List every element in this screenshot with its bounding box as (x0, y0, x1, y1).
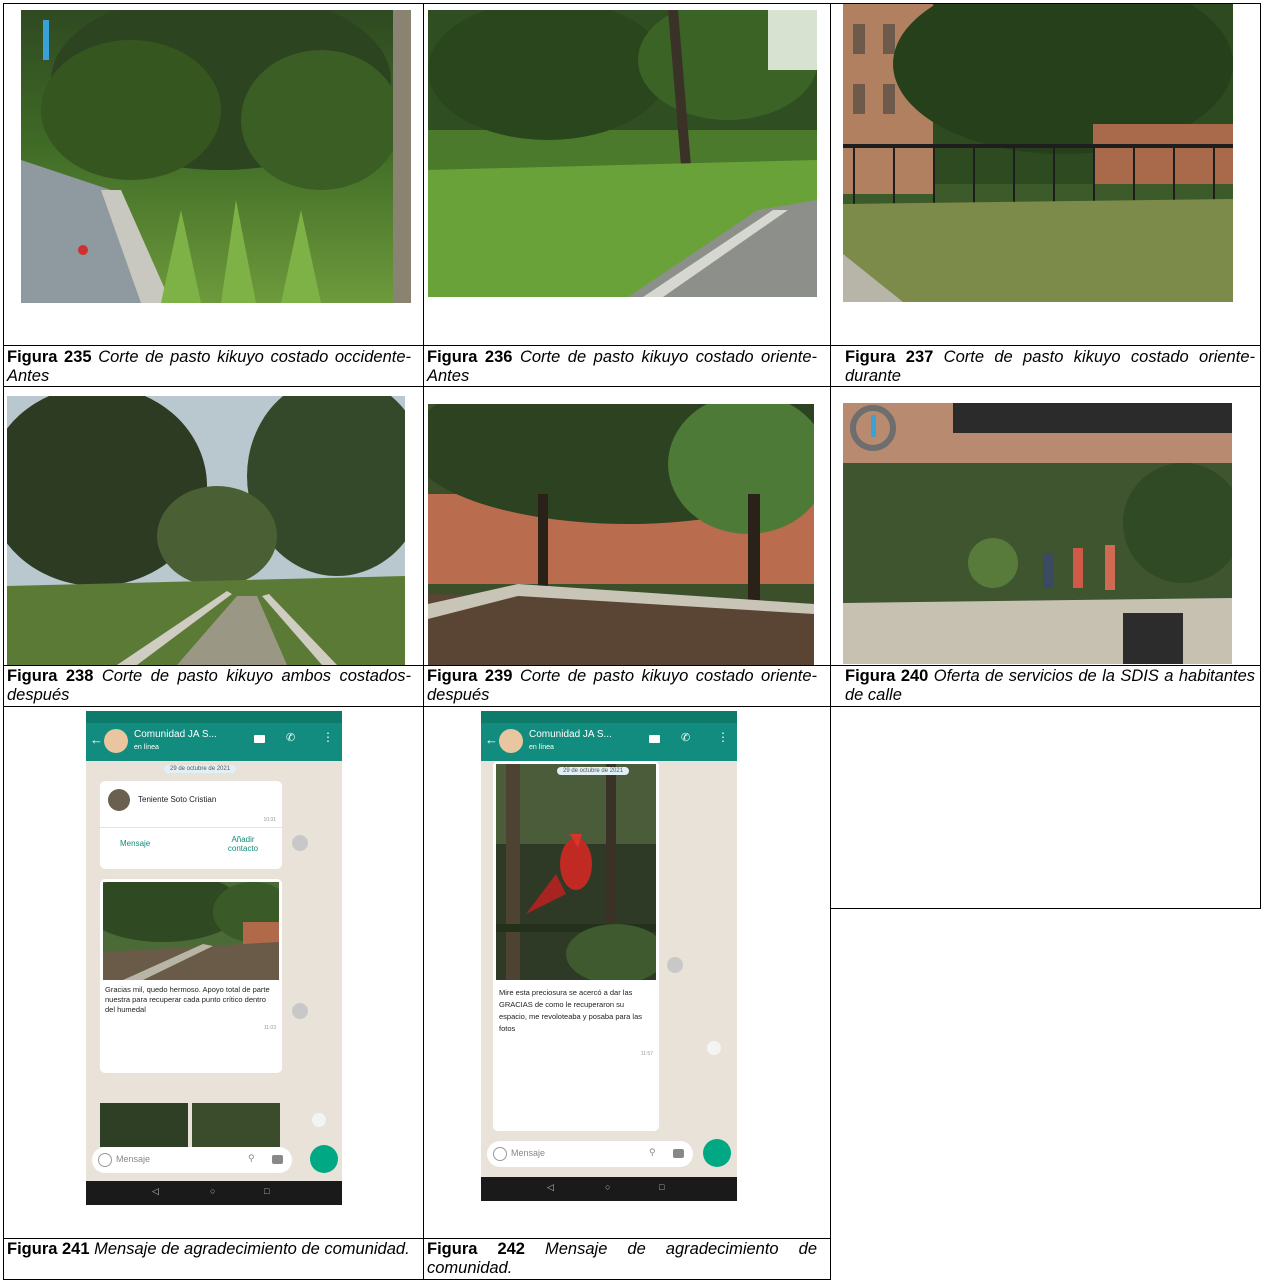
figure-number: Figura 240 (845, 667, 934, 685)
figure-number: Figura 241 (7, 1240, 95, 1258)
attach-icon[interactable]: ⚲ (649, 1147, 656, 1158)
date-pill: 29 de octubre de 2021 (557, 767, 630, 775)
photo-240-sdis-outreach (843, 403, 1232, 664)
figure-number: Figura 236 (427, 348, 520, 366)
figure-number: Figura 235 (7, 348, 99, 366)
status-bar (86, 711, 342, 723)
caption-figure-236: Figura 236 Corte de pasto kikuyo costado… (427, 348, 817, 386)
message-text: Gracias mil, quedo hermoso. Apoyo total … (105, 985, 270, 1014)
image-thumb (192, 1103, 280, 1147)
home-nav-icon[interactable]: ○ (605, 1182, 610, 1192)
forward-icon[interactable] (292, 1003, 308, 1019)
menu-dots-icon[interactable]: ⋮ (717, 730, 729, 744)
forward-icon[interactable] (292, 835, 308, 851)
scroll-down-icon[interactable] (707, 1041, 721, 1055)
phone-call-icon[interactable]: ✆ (286, 731, 295, 744)
chat-header: ← Comunidad JA S... en línea ✆ ⋮ (86, 723, 342, 761)
row2-caption-bottom (3, 706, 1261, 707)
chat-status: en línea (529, 744, 554, 751)
row3-photo-bottom (3, 1238, 831, 1239)
contact-name: Teniente Soto Cristian (138, 795, 217, 804)
back-nav-icon[interactable]: ◁ (152, 1186, 159, 1197)
video-call-icon[interactable] (649, 735, 660, 743)
table-border-bottom (3, 1279, 831, 1280)
phone-call-icon[interactable]: ✆ (681, 731, 690, 744)
message-input-bar[interactable]: Mensaje ⚲ (487, 1141, 693, 1167)
photo-236-grass-east-before (428, 10, 817, 297)
photo-235-grass-west-before (21, 10, 411, 303)
row2-caption-top (3, 665, 1261, 666)
contact-message-button[interactable]: Mensaje (120, 839, 150, 848)
table-border-col1 (423, 3, 424, 1280)
figure-number: Figura 242 (427, 1240, 546, 1258)
avatar (104, 729, 128, 753)
caption-figure-239: Figura 239 Corte de pasto kikuyo costado… (427, 667, 817, 705)
video-call-icon[interactable] (254, 735, 265, 743)
status-bar (481, 711, 737, 723)
caption-figure-242: Figura 242 Mensaje de agradecimiento de … (427, 1240, 817, 1278)
emoji-icon[interactable] (98, 1153, 112, 1167)
message-time: 11:57 (640, 1051, 653, 1057)
scroll-down-icon[interactable] (312, 1113, 326, 1127)
message-input[interactable]: Mensaje (511, 1148, 545, 1158)
forward-icon[interactable] (667, 957, 683, 973)
table-border-right (1260, 3, 1261, 909)
android-nav-bar: ◁ ○ □ (86, 1181, 342, 1205)
phone-screenshot-241: ← Comunidad JA S... en línea ✆ ⋮ 29 de o… (86, 711, 342, 1205)
message-photo (496, 764, 656, 980)
avatar (499, 729, 523, 753)
back-arrow-icon[interactable]: ← (90, 732, 103, 747)
caption-figure-235: Figura 235 Corte de pasto kikuyo costado… (7, 348, 411, 386)
caption-figure-237: Figura 237 Corte de pasto kikuyo costado… (845, 348, 1255, 386)
mic-icon[interactable] (703, 1139, 731, 1167)
table-border-col2 (830, 3, 831, 1280)
figure-text: Mensaje de agradecimiento de comunidad. (94, 1240, 410, 1258)
row1-caption-bottom (3, 386, 1261, 387)
chat-header: ← Comunidad JA S... en línea ✆ ⋮ (481, 723, 737, 761)
back-arrow-icon[interactable]: ← (485, 732, 498, 747)
figure-number: Figura 237 (845, 348, 944, 366)
photo-237-grass-east-during (843, 4, 1233, 302)
phone-screenshot-242: ← Comunidad JA S... en línea ✆ ⋮ 29 de o… (481, 711, 737, 1201)
mic-icon[interactable] (310, 1145, 338, 1173)
contact-add-button[interactable]: Añadir contacto (218, 835, 268, 853)
caption-figure-240: Figura 240 Oferta de servicios de la SDI… (845, 667, 1255, 705)
contact-time: 10:31 (263, 817, 276, 823)
image-thumb (100, 1103, 188, 1147)
contact-card: Teniente Soto Cristian 10:31 Mensaje Aña… (100, 781, 282, 869)
chat-title: Comunidad JA S... (529, 729, 612, 740)
recents-nav-icon[interactable]: □ (264, 1186, 269, 1196)
figure-number: Figura 238 (7, 667, 102, 685)
attach-icon[interactable]: ⚲ (248, 1153, 255, 1164)
back-nav-icon[interactable]: ◁ (547, 1182, 554, 1193)
row1-photo-bottom (3, 345, 1261, 346)
message-input[interactable]: Mensaje (116, 1154, 150, 1164)
chat-title: Comunidad JA S... (134, 729, 217, 740)
photo-239-grass-east-after (428, 404, 814, 665)
caption-figure-241: Figura 241 Mensaje de agradecimiento de … (7, 1240, 411, 1259)
message-photo (103, 882, 279, 980)
recents-nav-icon[interactable]: □ (659, 1182, 664, 1192)
android-nav-bar: ◁ ○ □ (481, 1177, 737, 1201)
caption-figure-238: Figura 238 Corte de pasto kikuyo ambos c… (7, 667, 411, 705)
message-time: 11:03 (263, 1025, 276, 1031)
message-input-bar[interactable]: Mensaje ⚲ (92, 1147, 292, 1173)
emoji-icon[interactable] (493, 1147, 507, 1161)
menu-dots-icon[interactable]: ⋮ (322, 730, 334, 744)
photo-238-grass-both-after (7, 396, 405, 665)
home-nav-icon[interactable]: ○ (210, 1186, 215, 1196)
date-pill: 29 de octubre de 2021 (164, 765, 237, 773)
table-border-left (3, 3, 4, 1280)
contact-avatar (108, 789, 130, 811)
message-text: Mire esta preciosura se acercó a dar las… (499, 988, 643, 1033)
image-message: 29 de octubre de 2021 Mire esta preciosu… (493, 761, 659, 1131)
row2-caption-bottom-right (830, 908, 1261, 909)
camera-icon[interactable] (673, 1149, 684, 1158)
image-message: Gracias mil, quedo hermoso. Apoyo total … (100, 879, 282, 1073)
chat-status: en línea (134, 744, 159, 751)
figure-number: Figura 239 (427, 667, 520, 685)
camera-icon[interactable] (272, 1155, 283, 1164)
